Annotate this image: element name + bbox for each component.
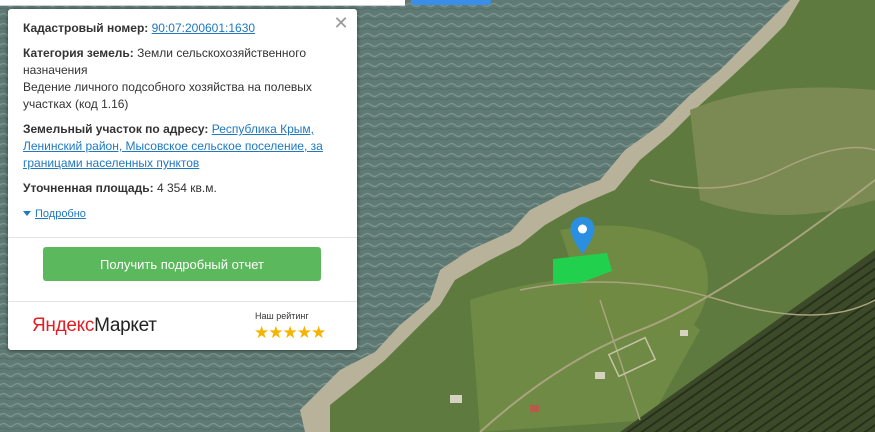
rating-stars[interactable]: ★★★★★ xyxy=(254,323,326,343)
divider xyxy=(8,237,357,238)
parcel-info-popup: ✕ Кадастровый номер: 90:07:200601:1630 К… xyxy=(8,9,357,350)
search-input[interactable] xyxy=(0,0,405,6)
area-label: Уточненная площадь: xyxy=(23,181,154,195)
yandex-market-logo[interactable]: ЯндексМаркет xyxy=(32,315,157,337)
details-toggle[interactable]: Подробно xyxy=(23,208,86,220)
triangle-down-icon xyxy=(23,211,31,216)
divider xyxy=(8,301,357,302)
details-link[interactable]: Подробно xyxy=(35,208,86,220)
land-category-row: Категория земель: Земли сельскохозяйстве… xyxy=(23,45,343,113)
cadastral-number-link[interactable]: 90:07:200601:1630 xyxy=(152,21,255,35)
close-icon[interactable]: ✕ xyxy=(333,14,349,32)
address-row: Земельный участок по адресу: Республика … xyxy=(23,121,343,172)
logo-part-market: Маркет xyxy=(94,315,157,336)
land-usage-value: Ведение личного подсобного хозяйства на … xyxy=(23,80,312,111)
logo-part-yandex: Яндекс xyxy=(32,315,95,336)
search-button[interactable] xyxy=(411,0,491,5)
cadastral-number-row: Кадастровый номер: 90:07:200601:1630 xyxy=(23,20,343,37)
rating-label: Наш рейтинг xyxy=(255,311,309,321)
get-report-button[interactable]: Получить подробный отчет xyxy=(43,247,321,281)
address-label: Земельный участок по адресу: xyxy=(23,122,209,136)
area-value: 4 354 кв.м. xyxy=(156,181,217,195)
land-category-label: Категория земель: xyxy=(23,46,134,60)
map-marker-icon[interactable] xyxy=(569,216,596,256)
cadastral-number-label: Кадастровый номер: xyxy=(23,21,149,35)
area-row: Уточненная площадь: 4 354 кв.м. xyxy=(23,180,343,197)
